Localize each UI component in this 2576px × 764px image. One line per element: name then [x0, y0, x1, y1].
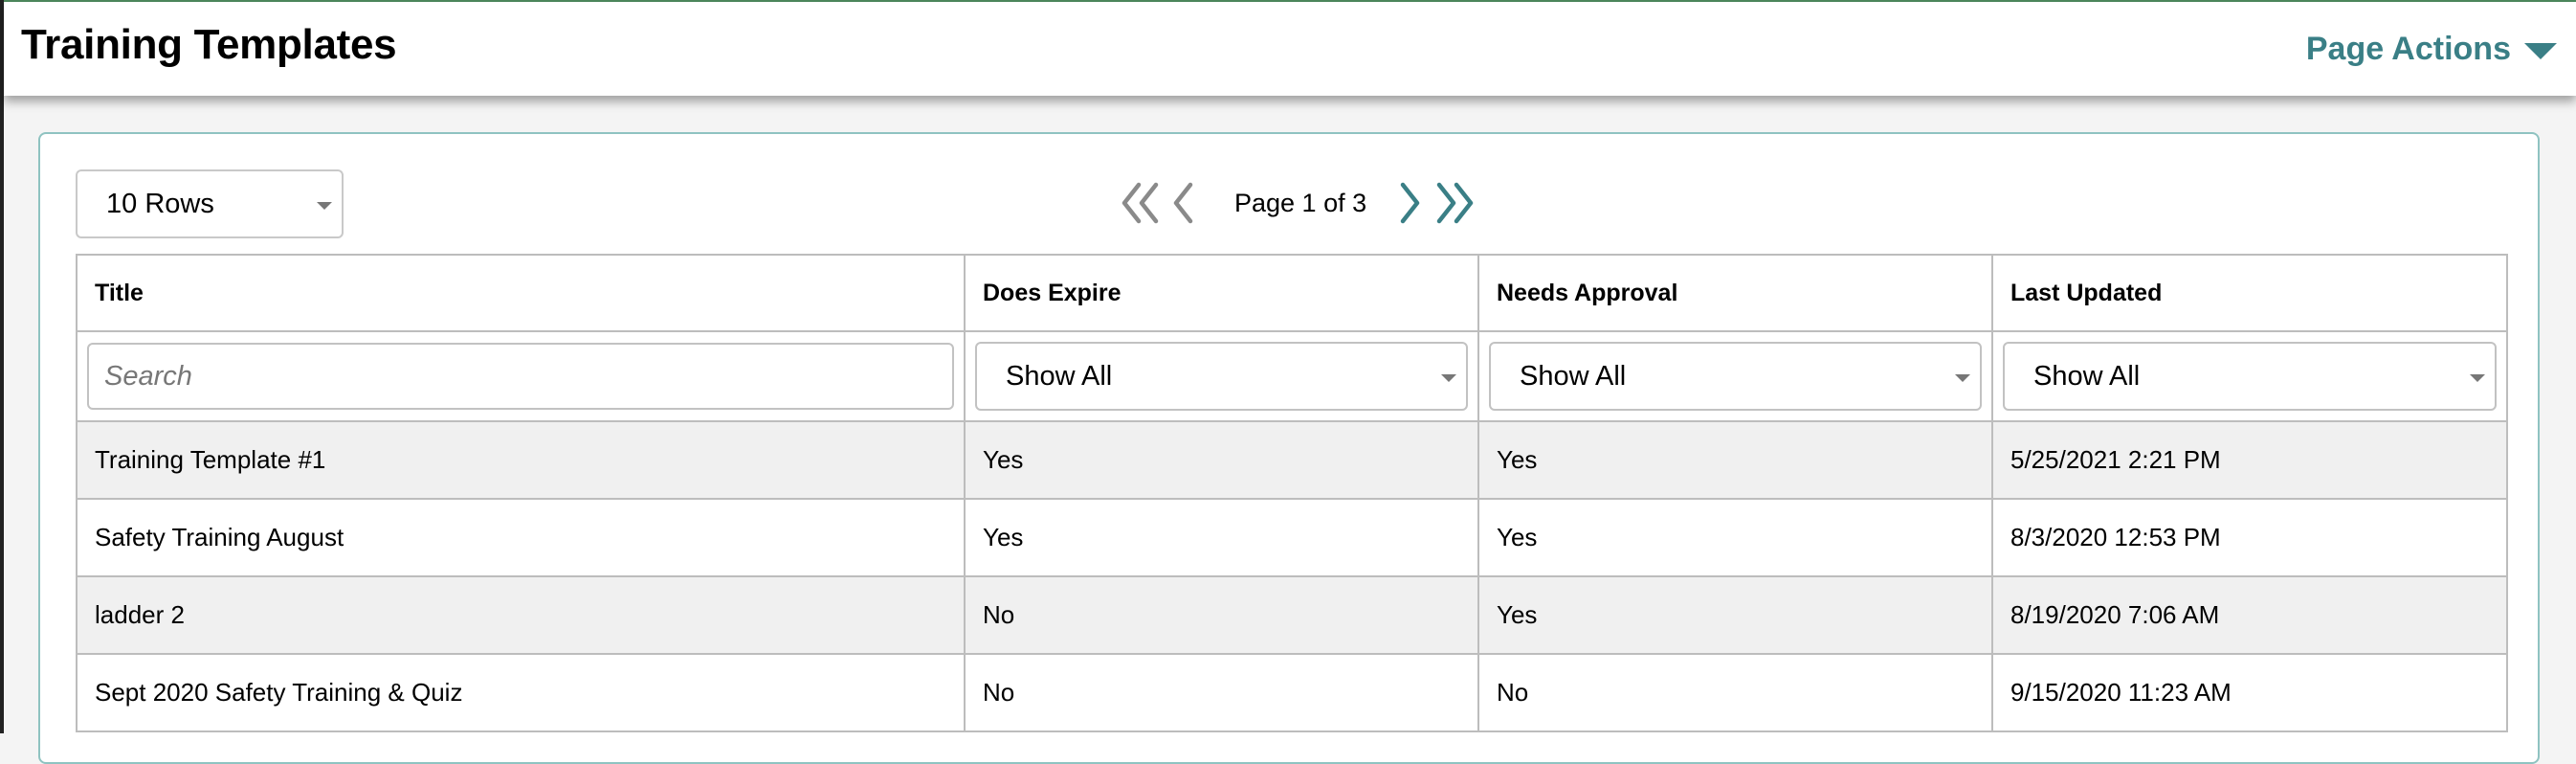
page-actions-label: Page Actions — [2305, 31, 2511, 67]
header-row: Title Does Expire Needs Approval Last Up… — [76, 254, 2508, 332]
dropdown-caret-icon — [317, 202, 332, 210]
cell-needs-approval: Yes — [1477, 498, 1993, 577]
filter-value: Show All — [1520, 360, 1627, 392]
does-expire-filter-select[interactable]: Show All — [975, 342, 1468, 411]
cell-title[interactable]: Training Template #1 — [76, 420, 966, 500]
needs-approval-filter-cell: Show All — [1477, 330, 1993, 422]
needs-approval-filter-select[interactable]: Show All — [1489, 342, 1982, 411]
chevron-right-icon[interactable] — [1397, 180, 1422, 226]
page-indicator: Page 1 of 3 — [1234, 188, 1367, 217]
dropdown-caret-icon — [2470, 374, 2485, 382]
dropdown-caret-icon — [1955, 374, 1970, 382]
rows-per-page-value: 10 Rows — [106, 188, 214, 219]
cell-needs-approval: Yes — [1477, 575, 1993, 655]
page-actions-button[interactable]: Page Actions — [2306, 31, 2557, 68]
double-chevron-right-icon[interactable] — [1432, 180, 1476, 226]
column-header-last-updated[interactable]: Last Updated — [1991, 254, 2508, 332]
pagination: Page 1 of 3 — [1120, 172, 1476, 234]
cell-last-updated: 5/25/2021 2:21 PM — [1991, 420, 2508, 500]
column-header-title[interactable]: Title — [76, 254, 966, 332]
column-header-does-expire[interactable]: Does Expire — [964, 254, 1479, 332]
rows-per-page-select[interactable]: 10 Rows — [76, 169, 344, 238]
cell-title[interactable]: ladder 2 — [76, 575, 966, 655]
table-row[interactable]: ladder 2 No Yes 8/19/2020 7:06 AM — [76, 575, 2508, 655]
filter-value: Show All — [2033, 360, 2141, 392]
filter-row: Show All Show All Show All — [76, 330, 2508, 422]
page-title: Training Templates — [21, 21, 397, 68]
double-chevron-left-icon[interactable] — [1120, 180, 1164, 226]
dropdown-caret-icon — [1441, 374, 1456, 382]
cell-title[interactable]: Safety Training August — [76, 498, 966, 577]
cell-needs-approval: No — [1477, 653, 1993, 732]
chevron-left-icon[interactable] — [1171, 180, 1196, 226]
left-window-edge — [0, 0, 4, 733]
caret-down-icon — [2524, 43, 2557, 59]
does-expire-filter-cell: Show All — [964, 330, 1479, 422]
cell-title[interactable]: Sept 2020 Safety Training & Quiz — [76, 653, 966, 732]
cell-does-expire: No — [964, 575, 1479, 655]
table-row[interactable]: Safety Training August Yes Yes 8/3/2020 … — [76, 498, 2508, 577]
cell-needs-approval: Yes — [1477, 420, 1993, 500]
column-header-needs-approval[interactable]: Needs Approval — [1477, 254, 1993, 332]
cell-does-expire: Yes — [964, 498, 1479, 577]
cell-last-updated: 9/15/2020 11:23 AM — [1991, 653, 2508, 732]
last-updated-filter-select[interactable]: Show All — [2003, 342, 2497, 411]
page-header: Training Templates Page Actions — [4, 2, 2576, 96]
last-updated-filter-cell: Show All — [1991, 330, 2508, 422]
templates-table: Title Does Expire Needs Approval Last Up… — [76, 254, 2508, 732]
title-filter-cell — [76, 330, 966, 422]
table-row[interactable]: Training Template #1 Yes Yes 5/25/2021 2… — [76, 420, 2508, 500]
cell-does-expire: No — [964, 653, 1479, 732]
title-search-input[interactable] — [87, 343, 954, 410]
table-row[interactable]: Sept 2020 Safety Training & Quiz No No 9… — [76, 653, 2508, 732]
filter-value: Show All — [1006, 360, 1113, 392]
cell-last-updated: 8/3/2020 12:53 PM — [1991, 498, 2508, 577]
templates-panel: 10 Rows Page 1 of 3 Title Does Expire Ne… — [38, 132, 2540, 764]
cell-last-updated: 8/19/2020 7:06 AM — [1991, 575, 2508, 655]
cell-does-expire: Yes — [964, 420, 1479, 500]
